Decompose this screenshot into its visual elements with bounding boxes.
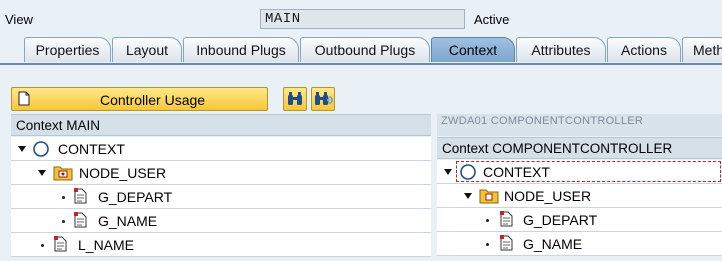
attribute-icon [54, 236, 67, 255]
tab-properties[interactable]: Properties [24, 37, 111, 62]
attribute-icon [74, 188, 87, 207]
leaf-bullet-icon [41, 244, 44, 247]
context-circle-icon [459, 163, 477, 184]
binoculars-plus-button[interactable] [311, 87, 335, 111]
tree-label: G_NAME [523, 236, 583, 252]
expand-triangle-icon[interactable] [444, 169, 452, 175]
tree-row-g-depart[interactable]: G_DEPART [437, 208, 722, 232]
tree-row-g-depart[interactable]: G_DEPART [11, 185, 431, 209]
binoculars-plus-icon [315, 92, 333, 105]
tab-strip-divider [0, 63, 722, 65]
tree-row-g-name[interactable]: G_NAME [11, 209, 431, 233]
leaf-bullet-icon [486, 219, 489, 222]
tab-context[interactable]: Context [431, 37, 515, 62]
expand-triangle-icon[interactable] [464, 193, 472, 199]
tab-layout[interactable]: Layout [112, 37, 182, 62]
expand-triangle-icon[interactable] [38, 170, 46, 176]
tree-row-g-name[interactable]: G_NAME [437, 232, 722, 256]
tree-row-node-user[interactable]: NODE_USER [11, 161, 431, 185]
tree-row-context[interactable]: CONTEXT [11, 137, 431, 161]
tree-label: CONTEXT [483, 164, 550, 180]
leaf-bullet-icon [486, 243, 489, 246]
context-main-panel: Context MAIN CONTEXT NODE_USER G_DEPART … [11, 114, 431, 261]
document-icon [18, 91, 30, 109]
tab-attributes[interactable]: Attributes [516, 37, 606, 62]
tree-row-context[interactable]: CONTEXT [437, 160, 722, 184]
node-folder-icon [53, 164, 73, 184]
expand-triangle-icon[interactable] [18, 146, 26, 152]
tree-label: NODE_USER [79, 165, 167, 181]
tree-label: G_DEPART [523, 212, 598, 228]
binoculars-button[interactable] [283, 87, 307, 111]
tree-label: G_NAME [98, 213, 158, 229]
context-main-title: Context MAIN [11, 114, 431, 136]
context-componentcontroller-panel: Context COMPONENTCONTROLLER CONTEXT NODE… [437, 137, 722, 261]
tree-row-node-user[interactable]: NODE_USER [437, 184, 722, 208]
tree-label: CONTEXT [58, 141, 125, 157]
tree-label: G_DEPART [98, 189, 173, 205]
attribute-icon [500, 211, 513, 230]
context-componentcontroller-title: Context COMPONENTCONTROLLER [437, 137, 722, 159]
tree-label: NODE_USER [504, 188, 592, 204]
tab-actions[interactable]: Actions [607, 37, 681, 62]
tree-row-l-name[interactable]: L_NAME [11, 233, 431, 257]
controller-usage-label: Controller Usage [100, 92, 206, 108]
status-label: Active [474, 12, 510, 27]
view-name-field[interactable]: MAIN [260, 9, 465, 29]
tab-methods[interactable]: Meth [682, 37, 722, 62]
node-folder-icon [479, 187, 499, 207]
view-label: View [5, 12, 33, 27]
binoculars-icon [288, 92, 302, 105]
tab-outbound-plugs[interactable]: Outbound Plugs [300, 37, 430, 62]
component-controller-strip: ZWDA01 COMPONENTCONTROLLER [437, 114, 722, 136]
context-circle-icon [32, 140, 50, 161]
attribute-icon [500, 235, 513, 254]
leaf-bullet-icon [62, 196, 65, 199]
attribute-icon [74, 212, 87, 231]
tree-label: L_NAME [78, 237, 135, 253]
controller-usage-button[interactable]: Controller Usage [11, 87, 268, 111]
strip-text: ZWDA01 COMPONENTCONTROLLER [441, 115, 644, 127]
tab-inbound-plugs[interactable]: Inbound Plugs [183, 37, 299, 62]
leaf-bullet-icon [62, 220, 65, 223]
